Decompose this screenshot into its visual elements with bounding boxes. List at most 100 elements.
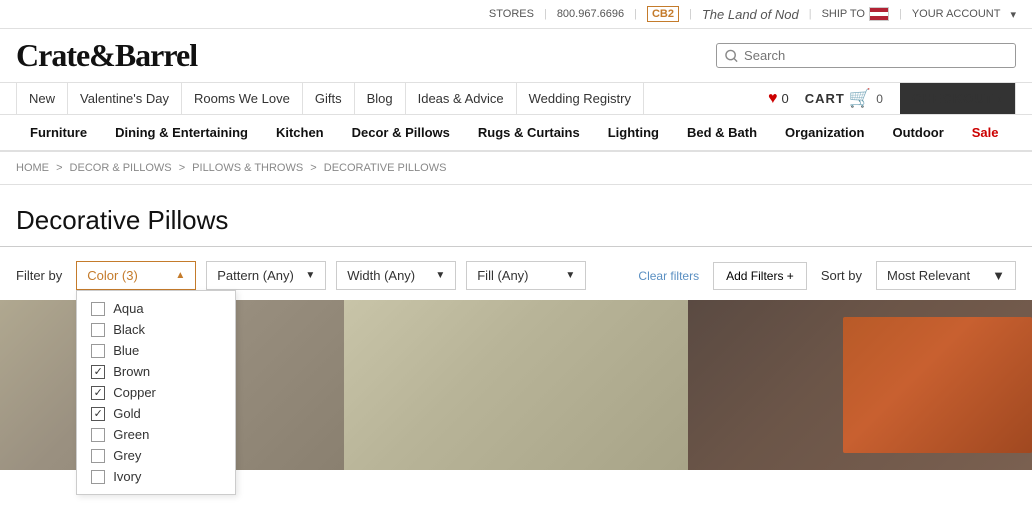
heart-icon: ♥ (768, 90, 778, 108)
phone-link[interactable]: 800.967.6696 (557, 8, 624, 20)
sort-label: Sort by (821, 268, 862, 283)
color-filter-dropdown[interactable]: Color (3) ▲ (76, 261, 196, 290)
sort-value: Most Relevant (887, 268, 970, 283)
pattern-filter-dropdown[interactable]: Pattern (Any) ▼ (206, 261, 326, 290)
color-copper[interactable]: Copper (91, 385, 221, 400)
breadcrumb-pillows[interactable]: PILLOWS & THROWS (192, 162, 303, 174)
sort-dropdown[interactable]: Most Relevant ▼ (876, 261, 1016, 290)
flag-icon (869, 7, 889, 21)
search-input[interactable] (744, 48, 1007, 63)
search-icon (725, 49, 738, 63)
cart-area[interactable]: CART 🛒 0 (805, 88, 884, 109)
color-blue[interactable]: Blue (91, 343, 221, 358)
fill-chevron: ▼ (565, 270, 575, 281)
breadcrumb-decor[interactable]: DECOR & PILLOWS (70, 162, 172, 174)
color-gold[interactable]: Gold (91, 406, 221, 421)
wishlist-count: 0 (782, 91, 789, 106)
category-lighting[interactable]: Lighting (594, 115, 673, 150)
color-grey[interactable]: Grey (91, 448, 221, 463)
category-organization[interactable]: Organization (771, 115, 878, 150)
color-ivory-checkbox[interactable] (91, 470, 105, 484)
primary-nav-right: ♥ 0 CART 🛒 0 CHECKOUT › (768, 83, 1016, 114)
search-bar (716, 43, 1016, 68)
utility-bar: STORES | 800.967.6696 | CB2 | The Land o… (0, 0, 1032, 29)
color-filter-label: Color (3) (87, 268, 138, 283)
category-decor[interactable]: Decor & Pillows (338, 115, 464, 150)
cart-icon: 🛒 (849, 88, 872, 109)
nav-item-rooms[interactable]: Rooms We Love (182, 83, 303, 114)
color-green-label: Green (113, 427, 149, 442)
nav-item-valentines[interactable]: Valentine's Day (68, 83, 182, 114)
divider-4: | (809, 8, 812, 20)
nav-item-wedding[interactable]: Wedding Registry (517, 83, 644, 114)
ship-to-area: SHIP TO (822, 7, 889, 21)
checkout-chevron: › (998, 91, 1003, 106)
color-brown[interactable]: Brown (91, 364, 221, 379)
fill-filter-dropdown[interactable]: Fill (Any) ▼ (466, 261, 586, 290)
color-green-checkbox[interactable] (91, 428, 105, 442)
checkout-button[interactable]: CHECKOUT › (900, 83, 1016, 114)
color-aqua[interactable]: Aqua (91, 301, 221, 316)
filter-label: Filter by (16, 268, 62, 283)
category-nav: Furniture Dining & Entertaining Kitchen … (0, 115, 1032, 152)
color-blue-label: Blue (113, 343, 139, 358)
wishlist-area[interactable]: ♥ 0 (768, 90, 789, 108)
category-dining[interactable]: Dining & Entertaining (101, 115, 262, 150)
color-copper-checkbox[interactable] (91, 386, 105, 400)
product-image-2 (344, 300, 688, 470)
product-image-3 (688, 300, 1032, 470)
width-filter-dropdown[interactable]: Width (Any) ▼ (336, 261, 456, 290)
color-aqua-checkbox[interactable] (91, 302, 105, 316)
color-green[interactable]: Green (91, 427, 221, 442)
nav-item-new[interactable]: New (16, 83, 68, 114)
color-black-checkbox[interactable] (91, 323, 105, 337)
logo[interactable]: Crate&Barrel (16, 37, 197, 74)
category-furniture[interactable]: Furniture (16, 115, 101, 150)
product-card-3[interactable] (688, 300, 1032, 470)
color-brown-checkbox[interactable] (91, 365, 105, 379)
color-gold-checkbox[interactable] (91, 407, 105, 421)
filter-bar: Filter by Color (3) ▲ Aqua Black Blue Br… (0, 261, 1032, 300)
color-chevron-up: ▲ (175, 270, 185, 281)
category-sale[interactable]: Sale (958, 115, 1013, 150)
page-title: Decorative Pillows (0, 185, 1032, 247)
width-filter-label: Width (Any) (347, 268, 415, 283)
pattern-chevron: ▼ (305, 270, 315, 281)
clear-filters-button[interactable]: Clear filters (638, 269, 699, 283)
color-ivory-label: Ivory (113, 469, 141, 484)
header: Crate&Barrel (0, 29, 1032, 82)
cart-count: 0 (876, 92, 884, 106)
color-gold-label: Gold (113, 406, 140, 421)
color-black-label: Black (113, 322, 145, 337)
nav-item-blog[interactable]: Blog (355, 83, 406, 114)
cb2-badge[interactable]: CB2 (647, 6, 679, 22)
stores-link[interactable]: STORES (489, 8, 534, 20)
width-chevron: ▼ (435, 270, 445, 281)
breadcrumb-current[interactable]: DECORATIVE PILLOWS (324, 162, 447, 174)
nav-item-ideas[interactable]: Ideas & Advice (406, 83, 517, 114)
color-copper-label: Copper (113, 385, 156, 400)
category-outdoor[interactable]: Outdoor (879, 115, 958, 150)
category-rugs[interactable]: Rugs & Curtains (464, 115, 594, 150)
category-bedbath[interactable]: Bed & Bath (673, 115, 771, 150)
add-filters-button[interactable]: Add Filters + (713, 262, 807, 290)
color-grey-checkbox[interactable] (91, 449, 105, 463)
color-filter-container: Color (3) ▲ Aqua Black Blue Brown Co (76, 261, 196, 290)
color-blue-checkbox[interactable] (91, 344, 105, 358)
product-card-2[interactable] (344, 300, 688, 470)
sort-chevron: ▼ (992, 268, 1005, 283)
breadcrumb-home[interactable]: HOME (16, 162, 49, 174)
cart-label: CART (805, 91, 845, 106)
divider-3: | (689, 8, 692, 20)
ship-to-label: SHIP TO (822, 8, 865, 20)
breadcrumb-sep-1: > (56, 162, 65, 174)
nav-item-gifts[interactable]: Gifts (303, 83, 355, 114)
divider-2: | (634, 8, 637, 20)
tlon-logo[interactable]: The Land of Nod (702, 7, 799, 22)
color-black[interactable]: Black (91, 322, 221, 337)
category-kitchen[interactable]: Kitchen (262, 115, 338, 150)
fill-filter-label: Fill (Any) (477, 268, 528, 283)
account-link[interactable]: YOUR ACCOUNT (912, 8, 1001, 20)
pattern-filter-label: Pattern (Any) (217, 268, 294, 283)
color-ivory[interactable]: Ivory (91, 469, 221, 484)
